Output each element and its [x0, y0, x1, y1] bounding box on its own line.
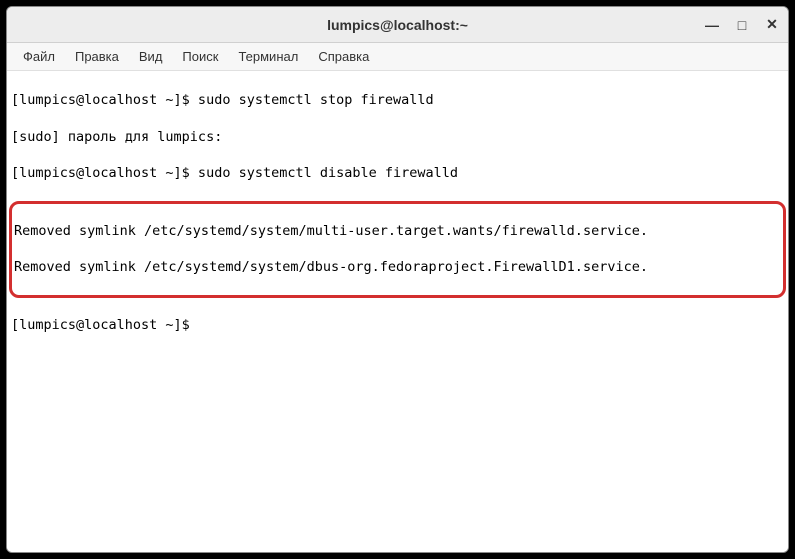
- menu-help[interactable]: Справка: [308, 45, 379, 68]
- terminal-line: Removed symlink /etc/systemd/system/mult…: [14, 222, 781, 240]
- window-controls: — □ ✕: [704, 17, 780, 33]
- terminal-line: [lumpics@localhost ~]$: [11, 316, 784, 334]
- menu-file[interactable]: Файл: [13, 45, 65, 68]
- terminal-line: Removed symlink /etc/systemd/system/dbus…: [14, 258, 781, 276]
- highlight-box: Removed symlink /etc/systemd/system/mult…: [9, 201, 786, 298]
- window-title: lumpics@localhost:~: [327, 17, 468, 33]
- titlebar: lumpics@localhost:~ — □ ✕: [7, 7, 788, 43]
- menu-search[interactable]: Поиск: [172, 45, 228, 68]
- close-button[interactable]: ✕: [764, 17, 780, 33]
- minimize-button[interactable]: —: [704, 17, 720, 33]
- maximize-button[interactable]: □: [734, 17, 750, 33]
- terminal-window: lumpics@localhost:~ — □ ✕ Файл Правка Ви…: [6, 6, 789, 553]
- menubar: Файл Правка Вид Поиск Терминал Справка: [7, 43, 788, 71]
- menu-terminal[interactable]: Терминал: [228, 45, 308, 68]
- terminal-line: [lumpics@localhost ~]$ sudo systemctl st…: [11, 91, 784, 109]
- menu-edit[interactable]: Правка: [65, 45, 129, 68]
- terminal-line: [lumpics@localhost ~]$ sudo systemctl di…: [11, 164, 784, 182]
- terminal-line: [sudo] пароль для lumpics:: [11, 128, 784, 146]
- menu-view[interactable]: Вид: [129, 45, 173, 68]
- terminal-body[interactable]: [lumpics@localhost ~]$ sudo systemctl st…: [7, 71, 788, 552]
